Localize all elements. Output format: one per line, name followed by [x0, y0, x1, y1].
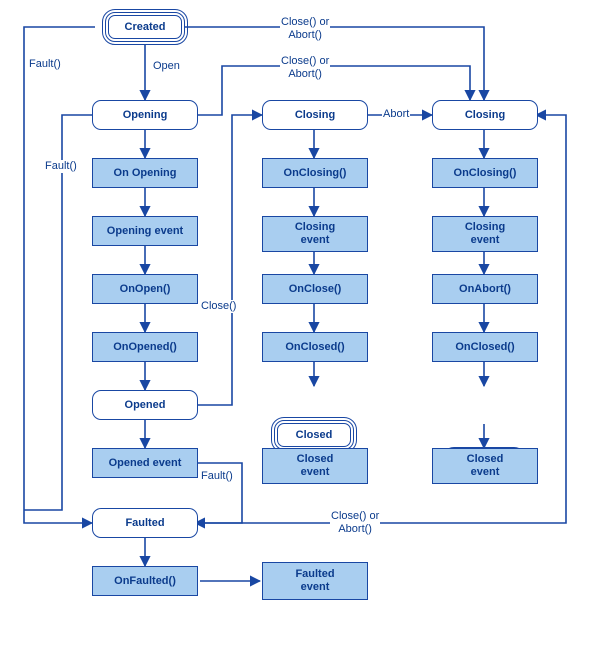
action-on-open: OnOpen()	[92, 274, 198, 304]
action-closed-event-close: Closed event	[262, 448, 368, 484]
label: Closed event	[467, 453, 504, 478]
label: OnClosing()	[454, 167, 517, 180]
label: OnOpen()	[120, 283, 171, 296]
state-faulted: Faulted	[92, 508, 198, 538]
edge-close-abort-opening: Close() or Abort()	[280, 55, 330, 80]
label: Closed	[296, 429, 333, 442]
action-closed-event-abort: Closed event	[432, 448, 538, 484]
state-closing-abort: Closing	[432, 100, 538, 130]
label: OnAbort()	[459, 283, 511, 296]
action-on-opened: OnOpened()	[92, 332, 198, 362]
action-on-closed-abort: OnClosed()	[432, 332, 538, 362]
label: OnClosed()	[455, 341, 514, 354]
state-opening: Opening	[92, 100, 198, 130]
edge-close-abort-faulted: Close() or Abort()	[330, 510, 380, 535]
action-faulted-event: Faulted event	[262, 562, 368, 600]
label: Closing	[465, 109, 505, 122]
action-on-abort: OnAbort()	[432, 274, 538, 304]
action-on-faulted: OnFaulted()	[92, 566, 198, 596]
edge-close-abort-created: Close() or Abort()	[280, 16, 330, 41]
edge-fault-opened: Fault()	[200, 470, 234, 483]
flow-lines	[0, 0, 606, 651]
label: Faulted event	[295, 568, 334, 593]
label: Closing event	[295, 221, 335, 246]
state-created: Created	[105, 12, 185, 42]
label: OnClosing()	[284, 167, 347, 180]
edge-close-opened: Close()	[200, 300, 237, 313]
edge-open: Open	[152, 60, 181, 73]
action-on-closing-abort: OnClosing()	[432, 158, 538, 188]
label: OnClose()	[289, 283, 342, 296]
action-closing-event-close: Closing event	[262, 216, 368, 252]
action-on-closing-close: OnClosing()	[262, 158, 368, 188]
edge-abort-closing: Abort	[382, 108, 410, 121]
edge-fault-created: Fault()	[28, 58, 62, 71]
label: Closed event	[297, 453, 334, 478]
label: OnOpened()	[113, 341, 177, 354]
state-closed-close: Closed	[274, 420, 354, 450]
label: Opening event	[107, 225, 183, 238]
label: Opening	[123, 109, 168, 122]
label: Faulted	[125, 517, 164, 530]
label: Opened	[125, 399, 166, 412]
edge-fault-opening: Fault()	[44, 160, 78, 173]
label: Created	[125, 21, 166, 34]
label: OnFaulted()	[114, 575, 176, 588]
label: On Opening	[114, 167, 177, 180]
state-opened: Opened	[92, 390, 198, 420]
label: Opened event	[109, 457, 182, 470]
action-on-opening: On Opening	[92, 158, 198, 188]
label: Closing	[295, 109, 335, 122]
label: Closing event	[465, 221, 505, 246]
label: OnClosed()	[285, 341, 344, 354]
state-closing-close: Closing	[262, 100, 368, 130]
action-opening-event: Opening event	[92, 216, 198, 246]
action-on-closed-close: OnClosed()	[262, 332, 368, 362]
action-closing-event-abort: Closing event	[432, 216, 538, 252]
action-opened-event: Opened event	[92, 448, 198, 478]
action-on-close: OnClose()	[262, 274, 368, 304]
